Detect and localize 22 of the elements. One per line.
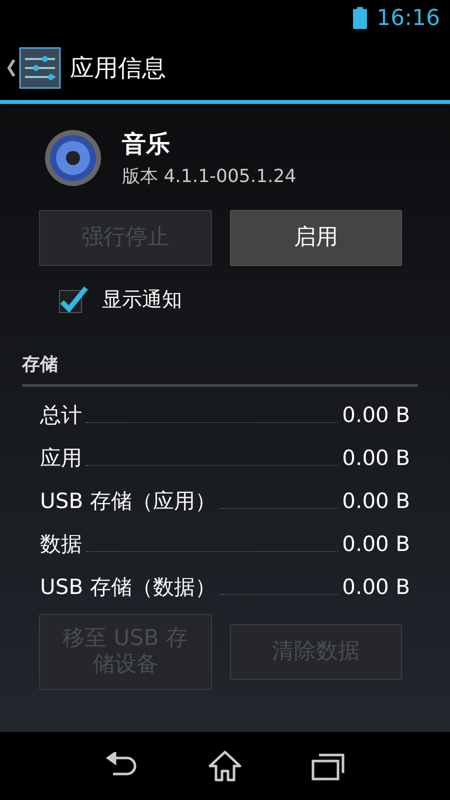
battery-icon xyxy=(352,7,367,29)
recent-apps-icon[interactable] xyxy=(311,751,346,781)
clock-time: 16:16 xyxy=(376,6,440,30)
app-version: 版本 4.1.1-005.1.24 xyxy=(122,165,296,188)
screen-title: 应用信息 xyxy=(70,53,166,84)
storage-label: 总计 xyxy=(40,402,82,428)
storage-value: 0.00 B xyxy=(342,574,410,598)
checkbox[interactable] xyxy=(58,284,88,314)
storage-label: 应用 xyxy=(40,444,82,472)
home-icon[interactable] xyxy=(208,750,242,782)
storage-label: USB 存储（应用） xyxy=(40,488,216,514)
checkbox-label: 显示通知 xyxy=(102,286,182,312)
section-header: 存储 xyxy=(22,352,418,387)
storage-value: 0.00 B xyxy=(342,532,410,556)
storage-label: USB 存储（数据） xyxy=(40,574,216,600)
storage-value: 0.00 B xyxy=(342,488,410,512)
storage-value: 0.00 B xyxy=(342,402,410,426)
enable-button[interactable]: 启用 xyxy=(230,210,402,266)
speaker-icon xyxy=(44,129,102,187)
app-name: 音乐 xyxy=(122,129,171,160)
storage-value: 0.00 B xyxy=(342,446,410,470)
storage-label: 数据 xyxy=(40,530,82,558)
